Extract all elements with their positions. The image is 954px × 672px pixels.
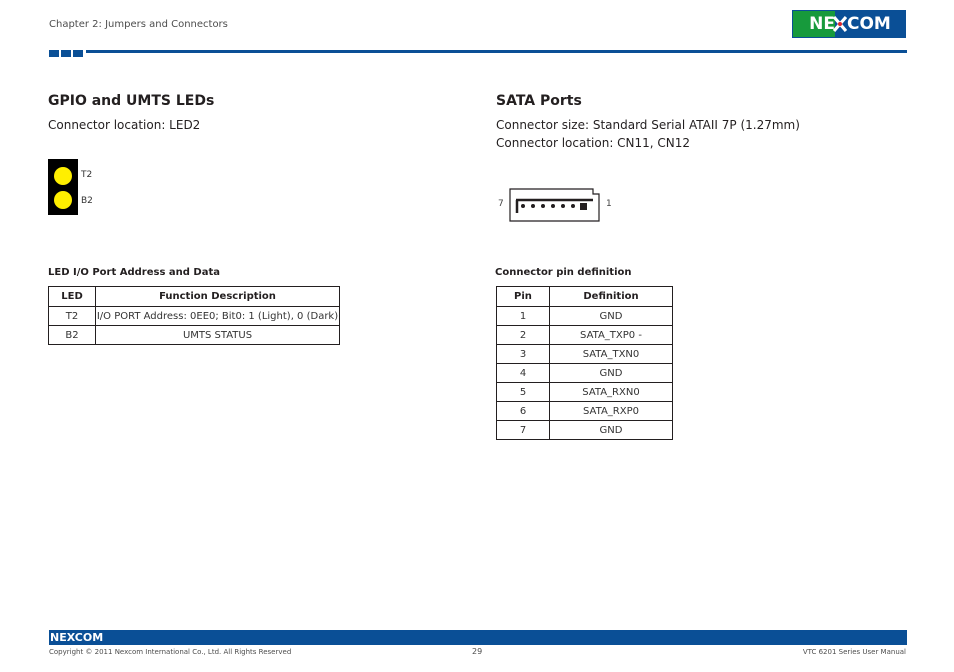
table-cell: SATA_RXN0 <box>549 382 673 402</box>
table-cell: GND <box>549 420 673 440</box>
connector-pin <box>580 203 587 210</box>
table-cell: SATA_RXP0 <box>549 401 673 421</box>
connector-pin <box>561 204 565 208</box>
sata-connector-size: Connector size: Standard Serial ATAII 7P… <box>496 118 800 132</box>
table-header: Function Description <box>95 286 340 307</box>
header-decor-square <box>49 50 59 57</box>
sata-table-caption: Connector pin definition <box>495 267 632 278</box>
table-row: 5 SATA_RXN0 <box>496 382 673 402</box>
table-cell: 2 <box>496 325 550 345</box>
led-table: LED Function Description T2 I/O PORT Add… <box>48 286 340 345</box>
nexcom-logo: NE COM <box>792 10 906 38</box>
led-label-t2: T2 <box>81 170 93 180</box>
led-b2-icon <box>54 191 72 209</box>
header-rule <box>86 50 907 53</box>
sata-connector-diagram <box>509 188 600 222</box>
table-header: LED <box>48 286 96 307</box>
manual-title: VTC 6201 Series User Manual <box>802 648 906 656</box>
table-cell: 4 <box>496 363 550 383</box>
header-decor-square <box>73 50 83 57</box>
footer-bar <box>49 630 907 645</box>
table-row: T2 I/O PORT Address: 0EE0; Bit0: 1 (Ligh… <box>48 306 340 326</box>
table-row: 1 GND <box>496 306 673 326</box>
chapter-title: Chapter 2: Jumpers and Connectors <box>49 19 228 30</box>
led-t2-icon <box>54 167 72 185</box>
table-cell: 3 <box>496 344 550 364</box>
connector-pin <box>531 204 535 208</box>
page-number: 29 <box>472 647 483 656</box>
table-row: 3 SATA_TXN0 <box>496 344 673 364</box>
table-cell: SATA_TXP0 - <box>549 325 673 345</box>
table-row: B2 UMTS STATUS <box>48 325 340 345</box>
table-cell: GND <box>549 363 673 383</box>
table-row: 7 GND <box>496 420 673 440</box>
table-row: 6 SATA_RXP0 <box>496 401 673 421</box>
connector-pin <box>521 204 525 208</box>
connector-pin <box>541 204 545 208</box>
sata-section-title: SATA Ports <box>496 93 582 109</box>
table-header: Definition <box>549 286 673 307</box>
gpio-connector-location: Connector location: LED2 <box>48 118 201 132</box>
led-table-caption: LED I/O Port Address and Data <box>48 267 220 278</box>
gpio-section-title: GPIO and UMTS LEDs <box>48 93 215 109</box>
copyright-text: Copyright © 2011 Nexcom International Co… <box>49 648 292 656</box>
connector-pin <box>571 204 575 208</box>
table-row: 4 GND <box>496 363 673 383</box>
table-header: Pin <box>496 286 550 307</box>
connector-pin <box>551 204 555 208</box>
table-cell: I/O PORT Address: 0EE0; Bit0: 1 (Light),… <box>95 306 340 326</box>
table-cell: B2 <box>48 325 96 345</box>
table-row: 2 SATA_TXP0 - <box>496 325 673 345</box>
led-label-b2: B2 <box>81 196 93 206</box>
logo-text-left: NE <box>809 14 835 34</box>
table-cell: 7 <box>496 420 550 440</box>
logo-text-right: COM <box>847 14 891 34</box>
led-diagram <box>48 159 78 215</box>
table-cell: 1 <box>496 306 550 326</box>
sata-pin-table: Pin Definition 1 GND 2 SATA_TXP0 -3 SATA_TXN… <box>496 286 673 440</box>
table-cell: T2 <box>48 306 96 326</box>
table-cell: GND <box>549 306 673 326</box>
pin-label-1: 1 <box>606 199 612 209</box>
table-cell: UMTS STATUS <box>95 325 340 345</box>
pin-label-7: 7 <box>498 199 504 209</box>
table-cell: 6 <box>496 401 550 421</box>
table-header-row: LED Function Description <box>48 286 340 307</box>
header-decor-square <box>61 50 71 57</box>
logo-x-icon <box>833 15 847 33</box>
footer-logo: NEXCOM <box>50 631 104 644</box>
table-cell: SATA_TXN0 <box>549 344 673 364</box>
table-header-row: Pin Definition <box>496 286 673 307</box>
table-cell: 5 <box>496 382 550 402</box>
sata-connector-location: Connector location: CN11, CN12 <box>496 136 691 150</box>
